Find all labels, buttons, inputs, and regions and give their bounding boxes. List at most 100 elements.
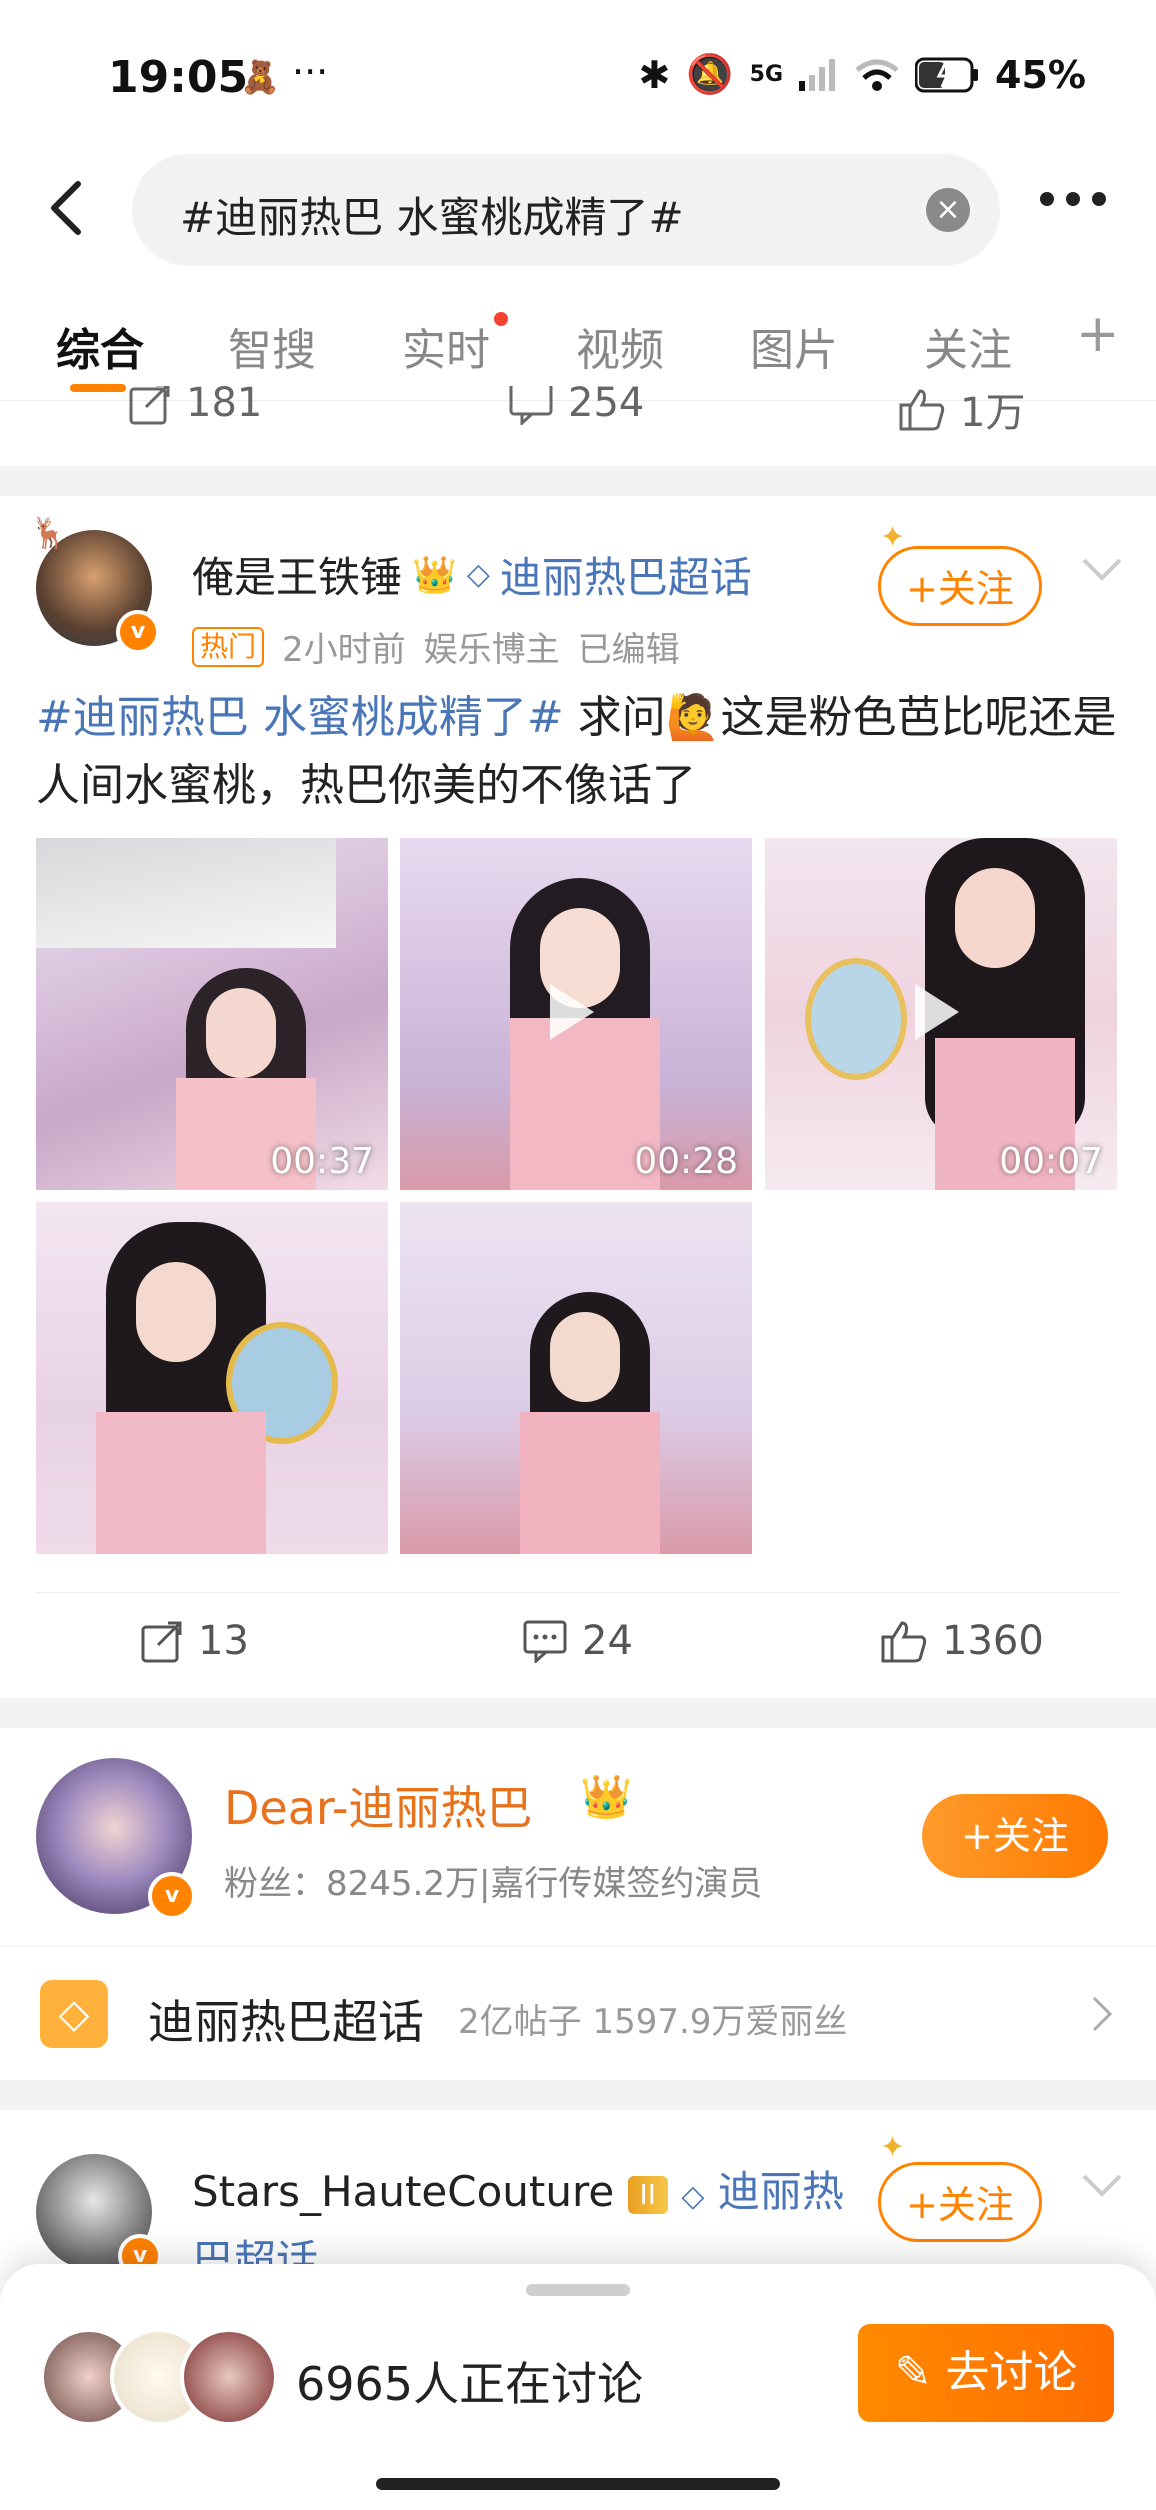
prev-like-count: 1万 xyxy=(960,390,1026,436)
post-actions: 13 24 1360 xyxy=(0,1596,1156,1696)
back-icon[interactable] xyxy=(42,178,92,238)
crown-icon: 👑 xyxy=(412,554,457,596)
antler-decoration-icon: 🦌 xyxy=(30,516,68,551)
chevron-right-icon xyxy=(1092,1996,1113,2032)
video-duration: 00:28 xyxy=(634,1141,738,1182)
pencil-icon: ✎ xyxy=(894,2347,932,2398)
tab-video[interactable]: 视频 xyxy=(576,314,664,378)
dress-shape xyxy=(520,1412,660,1554)
network-label: 5G xyxy=(749,62,784,87)
verified-badge-icon: v xyxy=(148,1872,196,1920)
divider xyxy=(36,1592,1120,1593)
tab-realtime[interactable]: 实时 xyxy=(402,314,490,378)
repost-count: 13 xyxy=(198,1618,249,1664)
post-topic-link[interactable]: #迪丽热巴 水蜜桃成精了# xyxy=(36,692,564,743)
discussing-count: 6965人正在讨论 xyxy=(296,2357,644,2411)
battery-icon xyxy=(915,57,979,92)
section-divider xyxy=(0,2080,1156,2110)
post2-author-avatar[interactable]: v xyxy=(36,2154,162,2278)
chevron-down-icon[interactable] xyxy=(1080,2170,1124,2200)
post2-username[interactable]: Stars_HauteCouture xyxy=(192,2167,614,2216)
status-icons: ✱ 🔕 5G 45% xyxy=(638,52,1086,97)
user-card-avatar[interactable]: v xyxy=(36,1758,196,1920)
tab-following[interactable]: 关注 xyxy=(924,314,1012,378)
diamond-icon: ◇ xyxy=(466,557,490,592)
video-duration: 00:07 xyxy=(999,1141,1103,1182)
tab-smart-search[interactable]: 智搜 xyxy=(228,314,316,378)
comment-icon xyxy=(523,1620,567,1663)
app-notification-icon: 🧸 xyxy=(240,58,280,96)
mute-icon: 🔕 xyxy=(686,52,734,96)
add-tab-icon[interactable]: + xyxy=(1076,304,1120,364)
supertopic-name: 迪丽热巴超话 xyxy=(148,1995,424,2049)
discuss-button[interactable]: ✎ 去讨论 xyxy=(858,2324,1114,2422)
realtime-dot xyxy=(494,312,508,326)
post-body: #迪丽热巴 水蜜桃成精了# 求问🙋这是粉色芭比呢还是人间水蜜桃，热巴你美的不像话… xyxy=(36,684,1126,820)
signal-icon xyxy=(799,58,836,91)
post2-follow-button[interactable]: +关注 xyxy=(878,2162,1042,2242)
post-supertopic-link[interactable]: 迪丽热巴超话 xyxy=(500,544,752,605)
sparkle-decoration-icon: ✦ xyxy=(880,2130,906,2165)
bluetooth-icon: ✱ xyxy=(638,52,671,97)
drag-handle[interactable] xyxy=(526,2284,630,2296)
status-time: 19:05 xyxy=(108,52,249,103)
level-badge: II xyxy=(627,2175,669,2214)
comment-icon xyxy=(509,386,553,425)
face-shape xyxy=(550,1312,620,1402)
supertopic-row[interactable]: ◇ 迪丽热巴超话 2亿帖子 1597.9万爱丽丝 xyxy=(0,1948,1156,2078)
post-meta: 热门 2小时前 娱乐博主 已编辑 xyxy=(192,622,680,671)
prev-repost-button[interactable]: 181 xyxy=(128,386,262,426)
like-button[interactable]: 1360 xyxy=(880,1618,1044,1664)
prev-repost-count: 181 xyxy=(186,386,263,426)
play-icon xyxy=(915,984,959,1040)
verified-badge-icon: v xyxy=(116,610,160,654)
media-thumb[interactable] xyxy=(400,1202,752,1554)
wifi-icon xyxy=(855,59,899,91)
face-shape xyxy=(955,868,1035,968)
discuss-button-label: 去讨论 xyxy=(945,2347,1078,2398)
video-duration: 00:37 xyxy=(270,1141,374,1182)
media-thumb[interactable]: 00:37 xyxy=(36,838,388,1190)
mirror-shape xyxy=(805,958,907,1080)
prev-like-button[interactable]: 1万 xyxy=(898,386,1025,438)
media-thumb[interactable]: 00:28 xyxy=(400,838,752,1190)
repost-icon xyxy=(141,1621,182,1663)
search-input[interactable]: #迪丽热巴 水蜜桃成精了# × xyxy=(132,154,1000,266)
prev-post-actions: 181 254 1万 xyxy=(0,386,1156,446)
chevron-down-icon[interactable] xyxy=(1080,554,1124,584)
post-edited: 已编辑 xyxy=(577,630,680,670)
user-card-name[interactable]: Dear-迪丽热巴 xyxy=(224,1772,532,1838)
post-author-avatar[interactable]: 🦌 v xyxy=(30,516,160,654)
user-card-fans: 粉丝：8245.2万|嘉行传媒签约演员 xyxy=(224,1864,763,1904)
like-count: 1360 xyxy=(942,1618,1044,1664)
media-thumb[interactable] xyxy=(36,1202,388,1554)
participant-avatar xyxy=(180,2328,278,2426)
post-username[interactable]: 俺是王铁锤 xyxy=(192,544,402,605)
repost-button[interactable]: 13 xyxy=(140,1618,249,1664)
crown-icon: 👑 xyxy=(580,1772,633,1821)
post-follow-button[interactable]: +关注 xyxy=(878,546,1042,626)
clear-icon[interactable]: × xyxy=(926,188,970,232)
battery-level: 45% xyxy=(995,52,1086,97)
repost-icon xyxy=(129,386,170,425)
tab-comprehensive[interactable]: 综合 xyxy=(56,314,144,378)
home-indicator[interactable] xyxy=(376,2478,780,2490)
search-query: #迪丽热巴 水蜜桃成精了# xyxy=(180,193,684,242)
comment-button[interactable]: 24 xyxy=(522,1618,633,1664)
tab-pictures[interactable]: 图片 xyxy=(750,314,838,378)
awning-shape xyxy=(36,838,336,948)
section-divider xyxy=(0,1698,1156,1728)
status-bar: 19:05 🧸 ··· ✱ 🔕 5G 45% xyxy=(0,0,1156,140)
prev-comment-count: 254 xyxy=(568,386,645,426)
user-card-follow-button[interactable]: +关注 xyxy=(922,1794,1108,1878)
status-more-icon: ··· xyxy=(292,50,329,94)
post-author-line: 俺是王铁锤 👑 ◇ 迪丽热巴超话 xyxy=(192,544,752,605)
face-shape xyxy=(136,1262,216,1362)
more-options-icon[interactable] xyxy=(1040,192,1106,206)
hot-tag: 热门 xyxy=(192,626,265,667)
face-shape xyxy=(206,988,276,1078)
media-thumb[interactable]: 00:07 xyxy=(765,838,1117,1190)
play-icon xyxy=(550,984,594,1040)
dress-shape xyxy=(96,1412,266,1554)
prev-comment-button[interactable]: 254 xyxy=(508,386,644,426)
